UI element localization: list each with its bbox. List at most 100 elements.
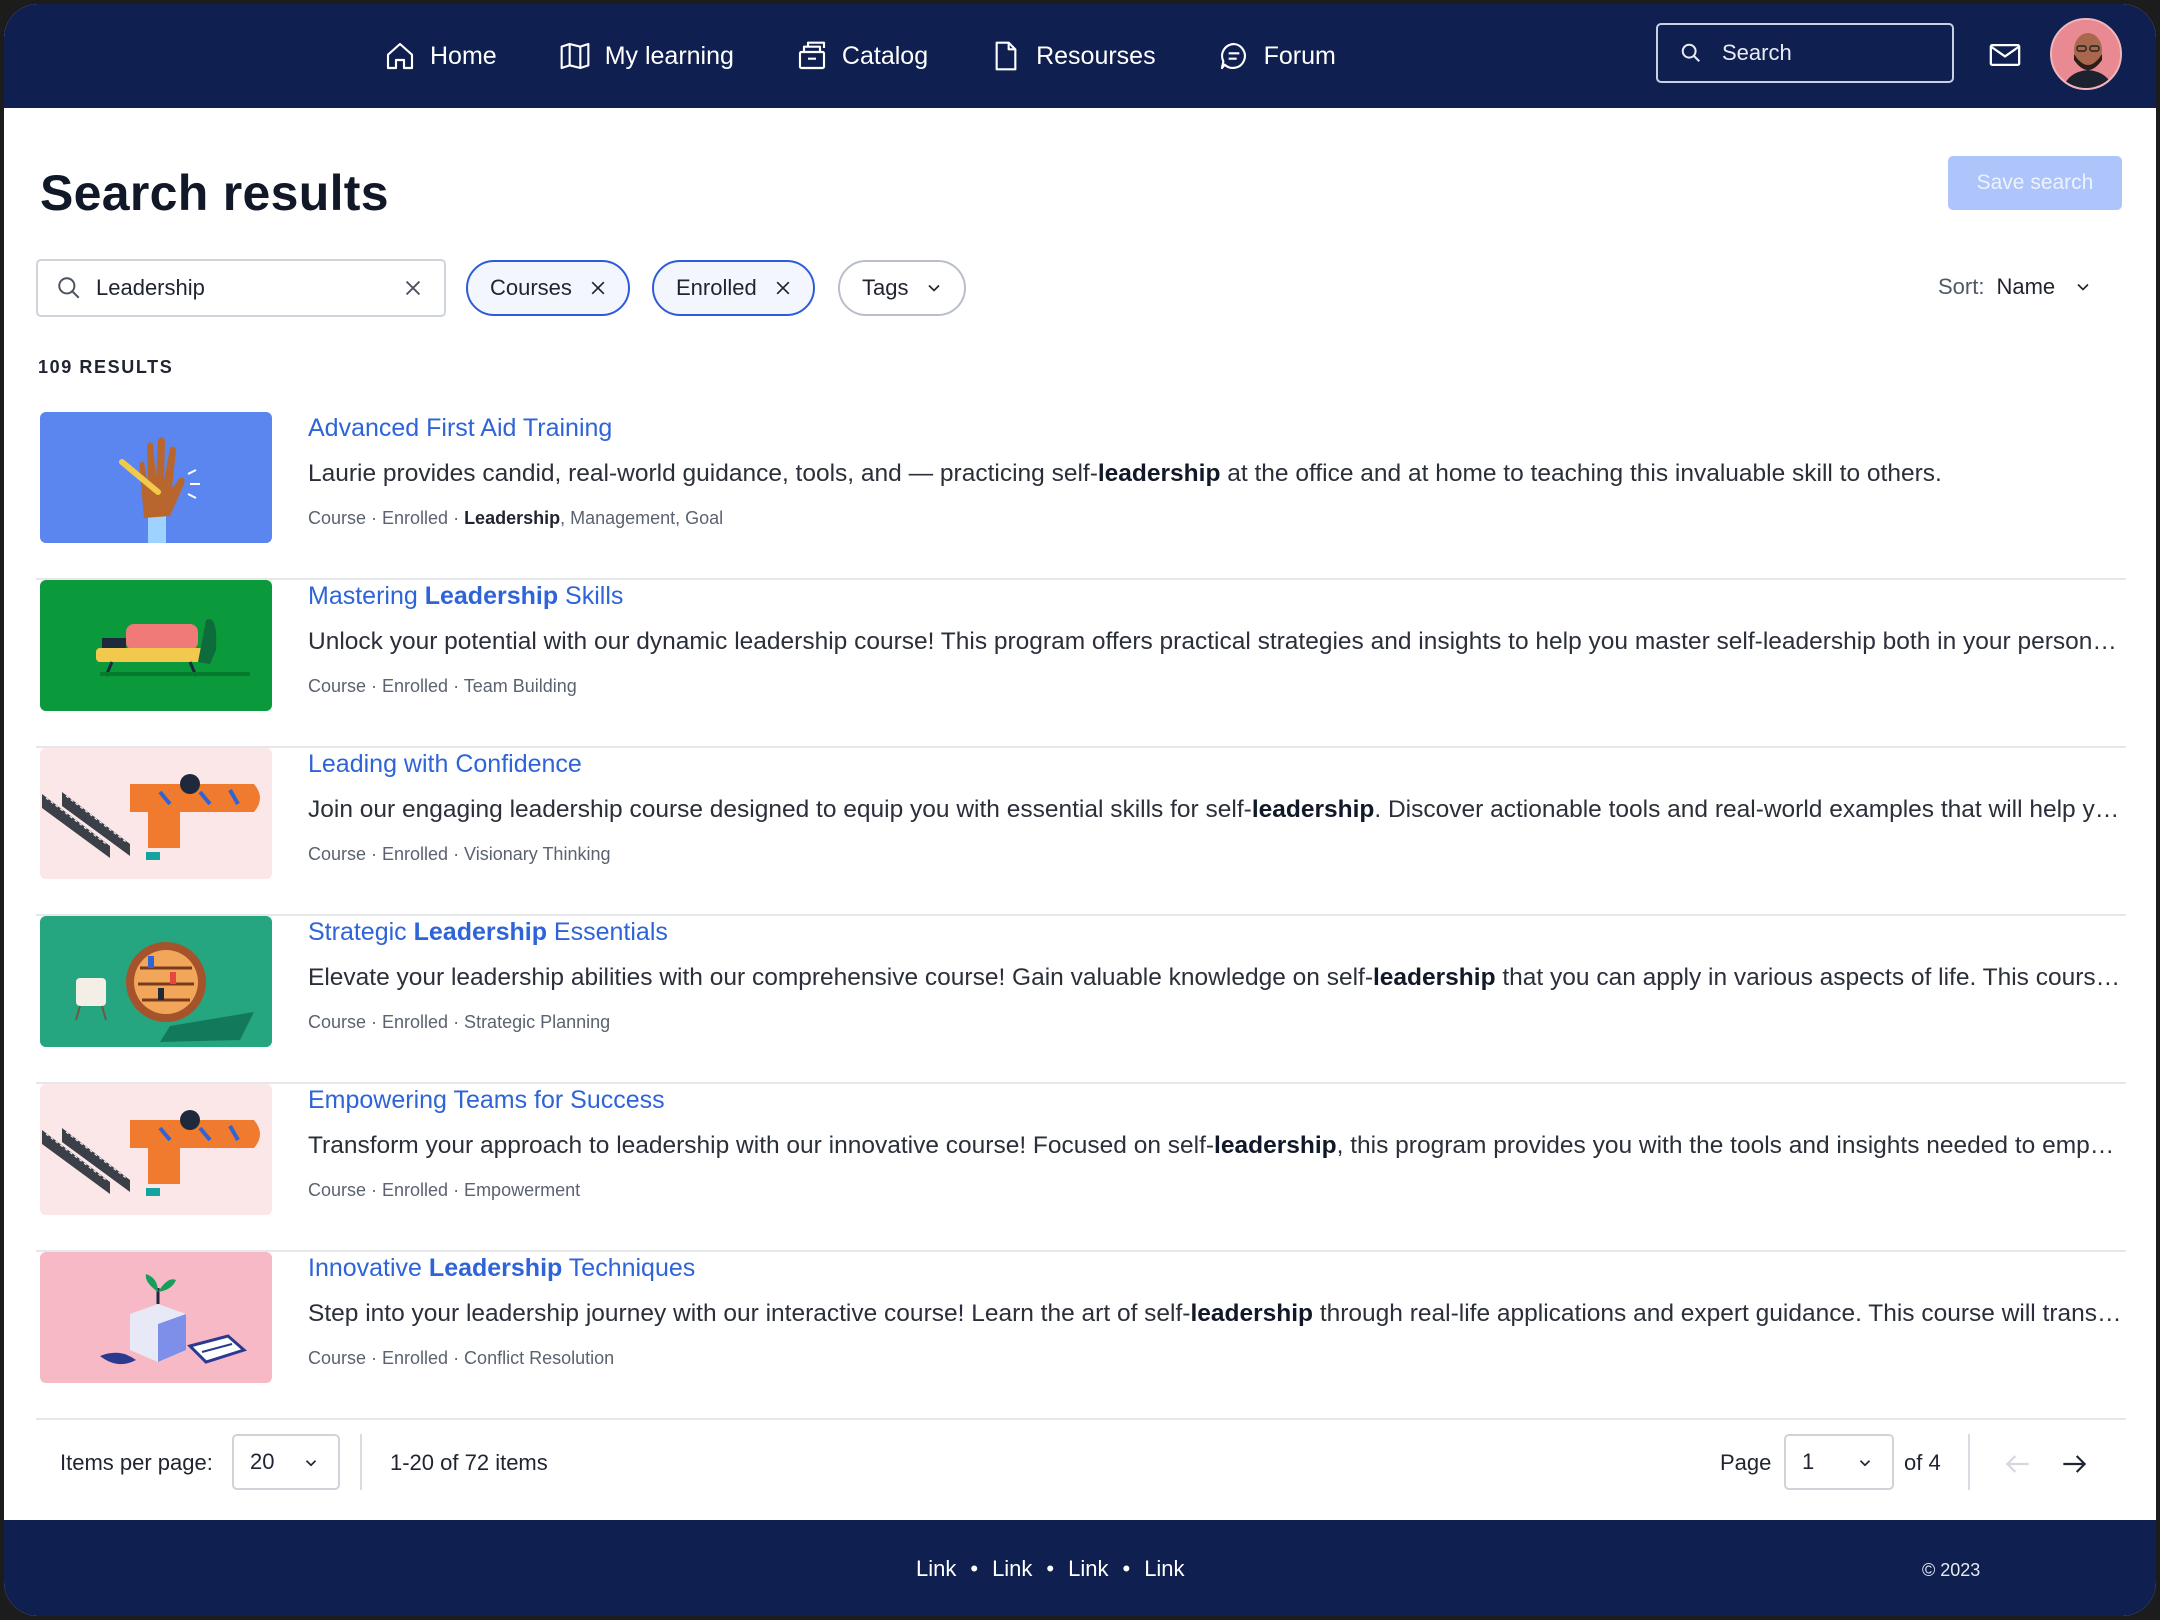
course-thumbnail[interactable] — [40, 580, 272, 711]
footer-link[interactable]: Link — [1068, 1556, 1108, 1582]
nav-label-resources: Resourses — [1036, 41, 1156, 70]
result-item[interactable]: Mastering Leadership Skills Unlock your … — [36, 580, 2126, 748]
result-description: Elevate your leadership abilities with o… — [308, 964, 2122, 991]
nav-item-home[interactable]: Home — [384, 40, 497, 72]
clear-icon[interactable] — [402, 277, 424, 299]
items-per-page-value: 20 — [250, 1449, 275, 1474]
divider — [360, 1434, 362, 1490]
arrow-left-icon[interactable] — [2002, 1448, 2034, 1480]
result-description: Unlock your potential with our dynamic l… — [308, 628, 2122, 655]
result-meta: Course · Enrolled · Strategic Planning — [308, 1012, 611, 1032]
nav-item-resources[interactable]: Resourses — [990, 40, 1156, 72]
chevron-down-icon — [305, 1460, 317, 1467]
page-title: Search results — [40, 165, 389, 221]
sort-label: Sort: — [1938, 274, 1985, 299]
search-icon — [58, 277, 80, 299]
nav-item-catalog[interactable]: Catalog — [796, 40, 928, 72]
footer: Link • Link • Link • Link © 2023 — [4, 1520, 2156, 1616]
search-query-value: Leadership — [96, 275, 205, 300]
nav-label-catalog: Catalog — [841, 41, 929, 70]
separator-dot: • — [1122, 1556, 1131, 1581]
global-search-input[interactable]: Search — [1656, 23, 1954, 83]
chevron-down-icon — [2077, 283, 2089, 291]
app-window: Home My learning Catalog Resourses Forum… — [4, 4, 2156, 1616]
result-description: Join our engaging leadership course desi… — [308, 796, 2122, 823]
course-thumbnail[interactable] — [40, 412, 272, 543]
plant-box-illustration — [40, 1252, 272, 1383]
filter-dropdown-tags[interactable]: Tags — [838, 260, 967, 316]
result-meta: Course · Enrolled · Empowerment — [308, 1180, 581, 1200]
result-title-link[interactable]: Advanced First Aid Training — [308, 414, 612, 443]
hand-pencil-illustration — [40, 412, 272, 543]
chevron-down-icon — [928, 284, 941, 292]
result-title-link[interactable]: Innovative Leadership Techniques — [308, 1254, 695, 1283]
save-search-button[interactable]: Save search — [1948, 156, 2122, 210]
home-icon — [386, 42, 414, 70]
stairs-illustration — [40, 748, 272, 879]
nav-label-home: Home — [430, 41, 497, 70]
result-title-link[interactable]: Leading with Confidence — [308, 750, 582, 779]
sort-dropdown[interactable]: Sort: Name — [1938, 274, 2093, 300]
filter-chip-enrolled[interactable]: Enrolled — [652, 260, 815, 316]
filter-chip-label: Enrolled — [676, 275, 757, 300]
items-per-page-label: Items per page: — [60, 1450, 213, 1475]
filter-chip-courses[interactable]: Courses — [466, 260, 630, 316]
result-title-link[interactable]: Mastering Leadership Skills — [308, 582, 623, 611]
bookshelf-illustration — [40, 916, 272, 1047]
result-meta: Course · Enrolled · Team Building — [308, 676, 577, 696]
result-meta: Course · Enrolled · Leadership, Manageme… — [308, 508, 724, 528]
course-thumbnail[interactable] — [40, 1252, 272, 1383]
course-thumbnail[interactable] — [40, 1084, 272, 1215]
course-thumbnail[interactable] — [40, 748, 272, 879]
document-icon — [995, 41, 1017, 71]
nav-label-my-learning: My learning — [604, 41, 734, 70]
result-item[interactable]: Leading with Confidence Join our engagin… — [36, 748, 2126, 916]
filter-chip-label: Courses — [490, 275, 572, 300]
items-range: 1-20 of 72 items — [390, 1450, 548, 1475]
result-meta: Course · Enrolled · Visionary Thinking — [308, 844, 611, 864]
result-description: Laurie provides candid, real-world guida… — [308, 460, 1942, 487]
mail-icon[interactable] — [1988, 38, 2022, 72]
result-item[interactable]: Empowering Teams for Success Transform y… — [36, 1084, 2126, 1252]
chevron-down-icon — [1859, 1460, 1871, 1467]
avatar[interactable] — [2050, 18, 2122, 90]
footer-link[interactable]: Link — [992, 1556, 1032, 1582]
divider — [1968, 1434, 1970, 1490]
main-nav: Home My learning Catalog Resourses Forum — [384, 4, 1398, 108]
arrow-right-icon[interactable] — [2058, 1448, 2090, 1480]
result-item[interactable]: Innovative Leadership Techniques Step in… — [36, 1252, 2126, 1420]
result-description: Transform your approach to leadership wi… — [308, 1132, 2122, 1159]
user-photo — [2052, 20, 2120, 88]
search-icon — [1681, 43, 1700, 62]
chat-icon — [1220, 42, 1246, 70]
sofa-illustration — [40, 580, 272, 711]
stairs-illustration — [40, 1084, 272, 1215]
nav-item-my-learning[interactable]: My learning — [559, 40, 734, 72]
result-item[interactable]: Strategic Leadership Essentials Elevate … — [36, 916, 2126, 1084]
total-pages-label: of 4 — [1904, 1450, 1941, 1475]
footer-links: Link • Link • Link • Link — [916, 1556, 1185, 1582]
catalog-icon — [798, 41, 825, 70]
result-meta: Course · Enrolled · Conflict Resolution — [308, 1348, 615, 1368]
page-label: Page — [1720, 1450, 1772, 1475]
page-value: 1 — [1802, 1449, 1815, 1474]
global-search-placeholder: Search — [1722, 40, 1792, 65]
items-per-page-select[interactable]: 20 — [232, 1434, 340, 1490]
result-title-link[interactable]: Empowering Teams for Success — [308, 1086, 665, 1115]
footer-link[interactable]: Link — [916, 1556, 956, 1582]
nav-label-forum: Forum — [1263, 41, 1336, 70]
result-description: Step into your leadership journey with o… — [308, 1300, 2122, 1327]
book-icon — [560, 42, 590, 70]
course-thumbnail[interactable] — [40, 916, 272, 1047]
close-icon[interactable] — [773, 278, 793, 298]
top-navigation: Home My learning Catalog Resourses Forum… — [4, 4, 2156, 108]
result-item[interactable]: Advanced First Aid Training Laurie provi… — [36, 412, 2126, 580]
copyright: © 2023 — [1922, 1560, 1981, 1580]
footer-link[interactable]: Link — [1144, 1556, 1184, 1582]
page-select[interactable]: 1 — [1784, 1434, 1894, 1490]
nav-item-forum[interactable]: Forum — [1218, 40, 1336, 72]
result-title-link[interactable]: Strategic Leadership Essentials — [308, 918, 668, 947]
results-search-field[interactable]: Leadership — [36, 259, 446, 317]
close-icon[interactable] — [588, 278, 608, 298]
pagination-bar: Items per page: 20 1-20 of 72 items Page… — [4, 1424, 2156, 1504]
